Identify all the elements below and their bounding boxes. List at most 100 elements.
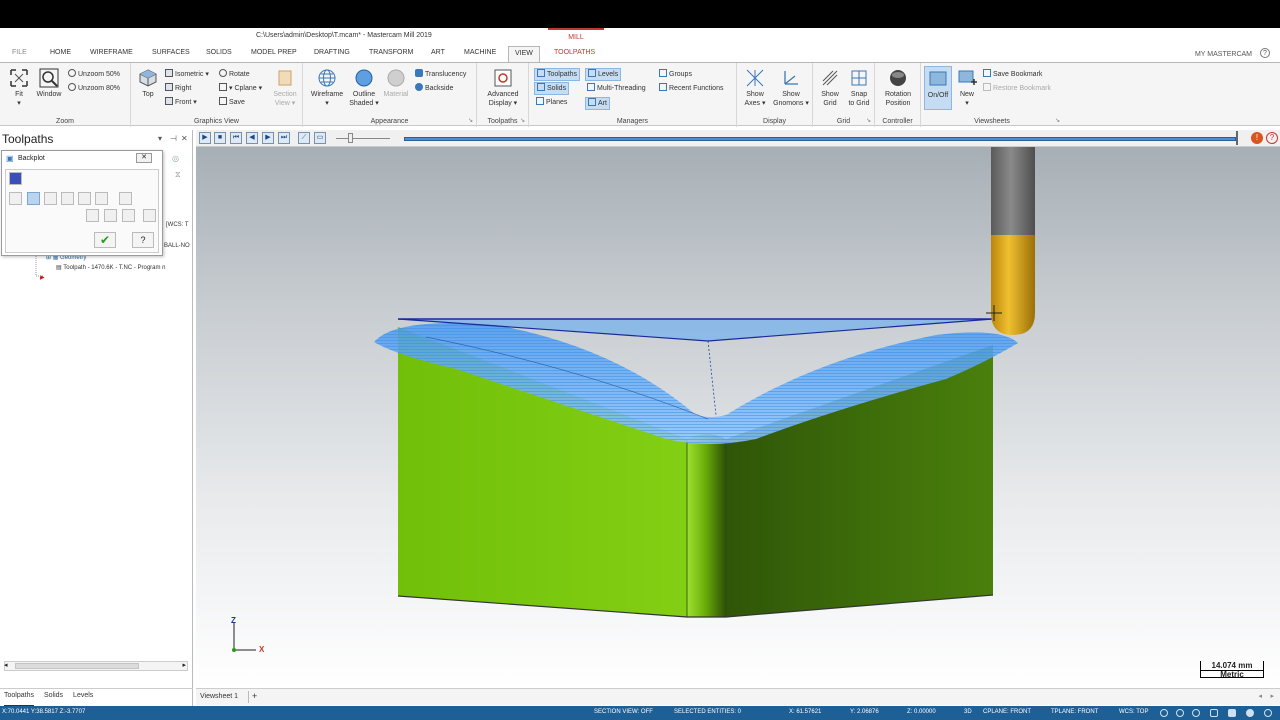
stop-condition-icon[interactable]: ! xyxy=(1251,132,1263,144)
section-view-button[interactable]: Section View ▾ xyxy=(271,68,299,108)
viewsheets-onoff-button[interactable]: On/Off xyxy=(924,66,952,110)
material-button[interactable]: Material xyxy=(381,68,411,99)
playback-help-icon[interactable]: ? xyxy=(1266,132,1278,144)
pin-icon[interactable]: ⊣ xyxy=(170,134,177,143)
front-view-button[interactable]: Front ▾ xyxy=(165,97,197,108)
display-info-icon[interactable] xyxy=(119,192,132,205)
tab-machine[interactable]: MACHINE xyxy=(464,49,496,56)
show-grid-button[interactable]: Show Grid xyxy=(816,68,844,108)
show-axes-button[interactable]: Show Axes ▾ xyxy=(740,68,770,108)
y-coordinate[interactable]: Y: 2.06876 xyxy=(850,709,879,715)
panel-tab-toolpaths[interactable]: Toolpaths xyxy=(4,692,34,706)
view-globe-icon[interactable] xyxy=(1160,709,1168,717)
groups-manager-toggle[interactable]: Groups xyxy=(659,69,692,80)
tab-view[interactable]: VIEW xyxy=(508,46,540,63)
z-coordinate[interactable]: Z: 0.00000 xyxy=(907,709,936,715)
save-bookmark-button[interactable]: Save Bookmark xyxy=(983,69,1042,80)
playback-progress-bar[interactable] xyxy=(404,137,1236,141)
my-mastercam-link[interactable]: MY MASTERCAM xyxy=(1195,51,1252,58)
stop-icon[interactable]: ■ xyxy=(214,132,226,144)
help-icon[interactable]: ? xyxy=(1260,48,1270,58)
fit-button[interactable]: Fit ▾ xyxy=(6,68,32,108)
shaded-mode-icon[interactable] xyxy=(1228,709,1236,717)
progress-marker[interactable] xyxy=(1236,131,1238,145)
sheet-scroll-left-icon[interactable]: ◂ xyxy=(1258,692,1262,700)
art-manager-toggle[interactable]: Art xyxy=(585,97,610,110)
tab-transform[interactable]: TRANSFORM xyxy=(369,49,413,56)
display-shade-icon[interactable] xyxy=(95,192,108,205)
unzoom-50-button[interactable]: Unzoom 50% xyxy=(68,69,120,80)
dialog-launcher-icon[interactable]: ↘ xyxy=(520,117,525,124)
backplot-help-button[interactable]: ? xyxy=(132,232,154,248)
dialog-launcher-icon[interactable]: ↘ xyxy=(1055,117,1060,124)
panel-tab-levels[interactable]: Levels xyxy=(73,692,93,706)
tab-wireframe[interactable]: WIREFRAME xyxy=(90,49,133,56)
toolpaths-manager-toggle[interactable]: Toolpaths xyxy=(534,68,580,81)
tab-home[interactable]: HOME xyxy=(50,49,71,56)
selected-entities-status[interactable]: SELECTED ENTITIES: 0 xyxy=(674,709,741,715)
cplane-status[interactable]: CPLANE: FRONT xyxy=(983,709,1031,715)
filter-icon[interactable]: ⧖ xyxy=(175,170,181,180)
cplane-button[interactable]: ▾ Cplane ▾ xyxy=(219,83,262,94)
material-mode-icon[interactable] xyxy=(1246,709,1254,717)
advanced-display-button[interactable]: Advanced Display ▾ xyxy=(481,68,525,108)
panel-dropdown-icon[interactable]: ▾ xyxy=(158,134,162,143)
recent-functions-toggle[interactable]: Recent Functions xyxy=(659,83,723,94)
section-view-status[interactable]: SECTION VIEW: OFF xyxy=(594,709,653,715)
planes-manager-toggle[interactable]: Planes xyxy=(536,97,567,108)
display-endpoints-icon[interactable] xyxy=(78,192,91,205)
panel-tab-solids[interactable]: Solids xyxy=(44,692,63,706)
display-path-icon[interactable] xyxy=(9,192,22,205)
trail-mode-icon[interactable]: ⟋ xyxy=(298,132,310,144)
scroll-thumb[interactable] xyxy=(15,663,139,669)
unzoom-80-button[interactable]: Unzoom 80% xyxy=(68,83,120,94)
step-back-icon[interactable]: ◀ xyxy=(246,132,258,144)
viewsheet-tab-1[interactable]: Viewsheet 1 xyxy=(200,693,238,700)
outline-shaded-button[interactable]: Outline Shaded ▾ xyxy=(347,68,381,108)
horizontal-scrollbar[interactable]: ◂ ▸ xyxy=(4,661,188,671)
add-viewsheet-icon[interactable]: + xyxy=(252,691,257,701)
wireframe-mode-icon[interactable] xyxy=(1210,709,1218,717)
graphics-viewport[interactable]: Z X 14.074 mm Metric xyxy=(196,147,1280,688)
tab-surfaces[interactable]: SURFACES xyxy=(152,49,190,56)
solids-manager-toggle[interactable]: Solids xyxy=(534,82,570,95)
display-mode-icon[interactable]: ▭ xyxy=(314,132,326,144)
speed-slider[interactable] xyxy=(336,138,390,139)
sheet-scroll-right-icon[interactable]: ▸ xyxy=(1270,692,1274,700)
speed-slider-thumb[interactable] xyxy=(348,133,353,143)
tab-file[interactable]: FILE xyxy=(12,49,27,56)
tplane-status[interactable]: TPLANE: FRONT xyxy=(1051,709,1098,715)
multi-threading-toggle[interactable]: Multi-Threading xyxy=(587,83,646,94)
right-view-button[interactable]: Right xyxy=(165,83,191,94)
x-coordinate[interactable]: X: 61.57621 xyxy=(789,709,821,715)
wireframe-button[interactable]: Wireframe ▾ xyxy=(307,68,347,108)
view-cube-icon[interactable] xyxy=(1176,709,1184,717)
tree-toolpath-node[interactable]: ▤ Toolpath - 1470.6K - T.NC - Program n xyxy=(56,264,166,271)
step-forward-icon[interactable]: ▶ xyxy=(262,132,274,144)
panel-close-icon[interactable]: ✕ xyxy=(181,134,188,143)
ok-button[interactable]: ✔ xyxy=(94,232,116,248)
snap-to-grid-button[interactable]: Snap to Grid xyxy=(844,68,874,108)
help-small-icon[interactable]: ◎ xyxy=(172,154,179,163)
tab-model-prep[interactable]: MODEL PREP xyxy=(251,49,297,56)
display-tool-icon[interactable] xyxy=(27,192,40,205)
isometric-button[interactable]: Isometric ▾ xyxy=(165,69,209,80)
backside-button[interactable]: Backside xyxy=(415,83,453,94)
camera-icon[interactable] xyxy=(122,209,135,222)
path-filter-icon[interactable] xyxy=(104,209,117,222)
tab-solids[interactable]: SOLIDS xyxy=(206,49,232,56)
tab-art[interactable]: ART xyxy=(431,49,445,56)
play-icon[interactable]: ▶ xyxy=(199,132,211,144)
save-geometry-icon[interactable] xyxy=(143,209,156,222)
rotate-button[interactable]: Rotate xyxy=(219,69,250,80)
new-viewsheet-button[interactable]: New ▾ xyxy=(954,68,980,108)
levels-manager-toggle[interactable]: Levels xyxy=(585,68,622,81)
window-zoom-button[interactable]: Window xyxy=(34,68,64,99)
mode-3d[interactable]: 3D xyxy=(964,709,972,715)
display-rapid-icon[interactable] xyxy=(61,192,74,205)
rotation-position-button[interactable]: Rotation Position xyxy=(877,68,919,108)
forward-end-icon[interactable]: ⏭ xyxy=(278,132,290,144)
translucency-button[interactable]: Translucency xyxy=(415,69,466,80)
tab-drafting[interactable]: DRAFTING xyxy=(314,49,350,56)
restore-bookmark-button[interactable]: Restore Bookmark xyxy=(983,83,1051,94)
